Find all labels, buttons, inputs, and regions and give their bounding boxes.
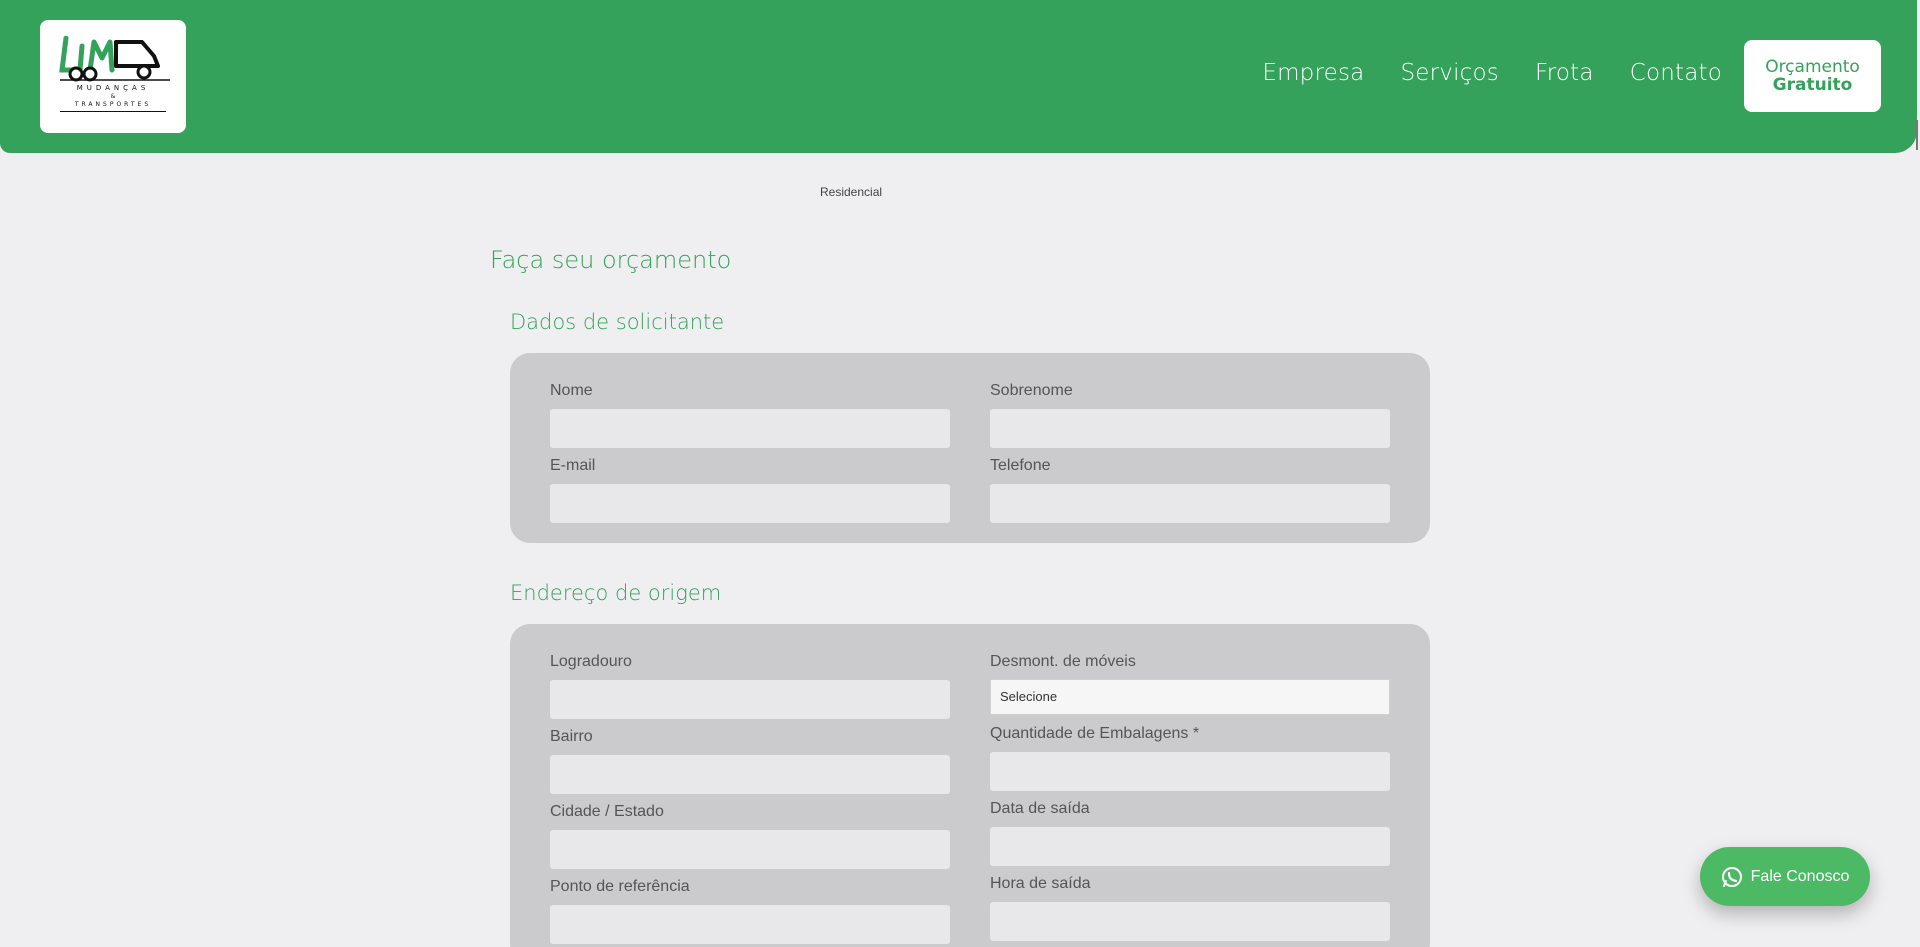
telefone-input[interactable] [990,484,1390,523]
logo-text-line1: MUDANÇAS [76,84,150,92]
telefone-label: Telefone [990,457,1051,474]
logo[interactable]: MUDANÇAS & TRANSPORTES [40,20,186,133]
email-label: E-mail [550,457,596,474]
nav-contato[interactable]: Contato [1630,60,1722,86]
data-saida-label: Data de saída [990,800,1090,817]
fale-conosco-button[interactable]: Fale Conosco [1700,847,1870,906]
main-nav: Empresa Serviços Frota Contato [1262,60,1722,86]
section-title-requester: Dados de solicitante [510,310,725,334]
desmont-label: Desmont. de móveis [990,653,1136,670]
hora-saida-label: Hora de saída [990,875,1091,892]
cidade-input[interactable] [550,830,950,869]
sobrenome-input[interactable] [990,409,1390,448]
hora-saida-input[interactable] [990,902,1390,941]
truck-logo-icon [59,36,170,82]
nav-empresa[interactable]: Empresa [1262,60,1364,86]
origin-panel: Logradouro Bairro Cidade / Estado Ponto … [510,624,1430,947]
bairro-label: Bairro [550,728,593,745]
requester-panel: Nome Sobrenome E-mail Telefone [510,353,1430,543]
nav-servicos[interactable]: Serviços [1400,60,1499,86]
logo-text-line3: TRANSPORTES [74,101,152,108]
logradouro-input[interactable] [550,680,950,719]
logradouro-label: Logradouro [550,653,632,670]
cta-line1: Orçamento [1765,56,1860,77]
site-header: MUDANÇAS & TRANSPORTES Empresa Serviços … [0,0,1917,153]
section-title-origin: Endereço de origem [510,581,722,605]
embalagens-label: Quantidade de Embalagens * [990,725,1200,742]
cta-line2: Gratuito [1772,74,1853,95]
nome-label: Nome [550,382,593,399]
referencia-input[interactable] [550,905,950,944]
logo-text-line2: & [110,93,116,100]
embalagens-input[interactable] [990,752,1390,791]
data-saida-input[interactable] [990,827,1390,866]
referencia-label: Ponto de referência [550,878,690,895]
bairro-input[interactable] [550,755,950,794]
nome-input[interactable] [550,409,950,448]
whatsapp-icon [1721,866,1742,887]
scrollbar-thumb[interactable] [1916,120,1918,150]
service-type-label: Residencial [820,185,883,199]
sobrenome-label: Sobrenome [990,382,1073,399]
orcamento-gratuito-button[interactable]: Orçamento Gratuito [1744,40,1881,112]
cidade-label: Cidade / Estado [550,803,664,820]
fale-conosco-label: Fale Conosco [1750,867,1850,885]
logo-divider [60,111,166,112]
email-input[interactable] [550,484,950,523]
page-title: Faça seu orçamento [490,246,732,274]
desmont-select[interactable]: Selecione [990,679,1390,715]
nav-frota[interactable]: Frota [1535,60,1594,86]
